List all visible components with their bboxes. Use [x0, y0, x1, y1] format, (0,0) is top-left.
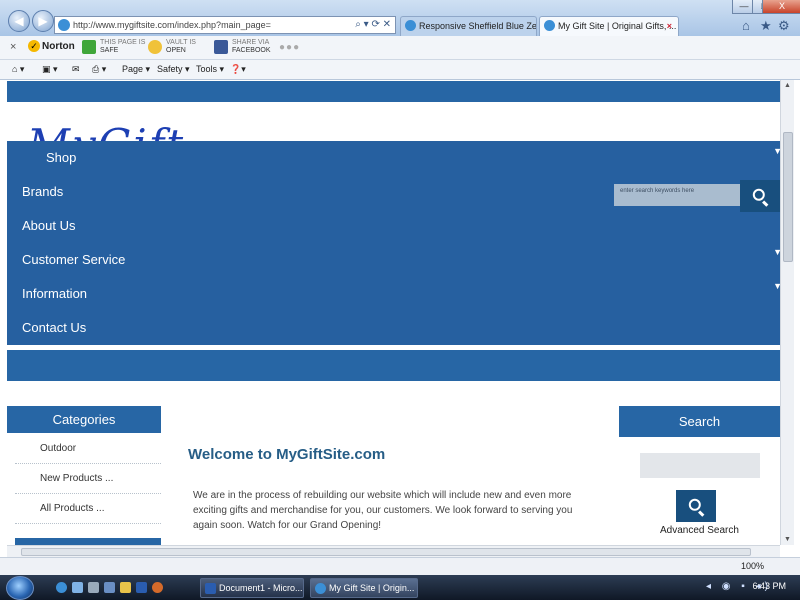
home-icon[interactable]: ⌂ [742, 18, 750, 33]
switch-windows-icon[interactable] [104, 582, 115, 593]
site-blue-band [7, 350, 780, 381]
category-outdoor[interactable]: Outdoor [15, 434, 161, 464]
intro-paragraph: We are in the process of rebuilding our … [193, 490, 573, 531]
nav-contact-us[interactable]: Contact Us [22, 320, 86, 335]
scroll-up-icon[interactable]: ▲ [784, 82, 791, 89]
nav-customer-service[interactable]: Customer Service [22, 252, 125, 267]
tools-menu[interactable]: Tools ▾ [196, 64, 224, 75]
sidebar-search-input[interactable] [640, 453, 760, 478]
norton-vault[interactable]: VAULT IS OPEN [148, 39, 196, 57]
task-mygiftsite[interactable]: My Gift Site | Origin... [310, 578, 418, 598]
nav-brands[interactable]: Brands [22, 184, 63, 199]
vertical-scrollbar[interactable]: ▲ ▼ [780, 80, 794, 545]
tab-sheffield[interactable]: Responsive Sheffield Blue Zen ... [400, 16, 537, 36]
address-bar[interactable]: http://www.mygiftsite.com/index.php?main… [54, 16, 396, 34]
address-text: http://www.mygiftsite.com/index.php?main… [73, 20, 271, 30]
mail-icon[interactable]: ✉ [72, 64, 80, 75]
norton-share-facebook[interactable]: SHARE VIA FACEBOOK [214, 39, 271, 57]
tab-close-icon[interactable]: × [667, 17, 672, 35]
back-button[interactable]: ◀ [8, 10, 30, 32]
norton-logo-text: Norton [42, 41, 75, 52]
tab-ie-icon [544, 20, 555, 31]
norton-page-safe[interactable]: THIS PAGE IS SAFE [82, 39, 145, 57]
status-bar: 100% [0, 557, 800, 575]
forward-button[interactable]: ▶ [32, 10, 54, 32]
vault-label: VAULT IS [166, 39, 196, 46]
nav-shop[interactable]: Shop [46, 150, 76, 165]
chevron-down-icon[interactable]: ▼ [773, 247, 780, 257]
app-icon[interactable] [152, 582, 163, 593]
sidebar-search-button[interactable] [676, 490, 716, 522]
search-box-header: Search [619, 406, 780, 437]
word-icon [205, 583, 216, 594]
categories-header: Categories [7, 406, 161, 433]
page-viewport: MyGift Shop Brands About Us Customer Ser… [7, 80, 780, 545]
share-value: FACEBOOK [232, 47, 271, 54]
start-button[interactable] [6, 576, 34, 600]
ie-icon [315, 583, 326, 594]
ie-quicklaunch-icon[interactable] [56, 582, 67, 593]
check-shield-icon [82, 40, 96, 54]
tab-title: My Gift Site | Original Gifts, ... [558, 21, 677, 31]
address-tools-icon[interactable]: ⌕ ▾ ⟳ ✕ [355, 17, 391, 33]
category-all-products[interactable]: All Products ... [15, 494, 161, 524]
safety-menu[interactable]: Safety ▾ [157, 64, 190, 75]
search-icon [752, 188, 765, 201]
page-safe-label: THIS PAGE IS [100, 39, 146, 46]
media-icon[interactable] [88, 582, 99, 593]
nav-information[interactable]: Information [22, 286, 87, 301]
taskbar-clock[interactable]: 6:43 PM [752, 581, 786, 591]
categories-footer-bar [15, 538, 161, 545]
share-label: SHARE VIA [232, 39, 270, 46]
tab-title: Responsive Sheffield Blue Zen ... [419, 21, 537, 31]
main-nav-menu: Shop Brands About Us Customer Service In… [7, 141, 780, 345]
facebook-icon [214, 40, 228, 54]
norton-toolbar: × ✓ Norton THIS PAGE IS SAFE VAULT IS OPE… [0, 36, 800, 60]
task-document1[interactable]: Document1 - Micro... [200, 578, 304, 598]
word-icon[interactable] [136, 582, 147, 593]
advanced-search-link[interactable]: Advanced Search [660, 525, 739, 536]
category-new-products[interactable]: New Products ... [15, 464, 161, 494]
favorites-star-icon[interactable]: ★ [760, 18, 772, 34]
close-window-button[interactable]: X [762, 0, 800, 14]
tab-ie-icon [405, 20, 416, 31]
horizontal-scrollbar[interactable] [7, 545, 780, 557]
norton-more-dots[interactable]: ●●● [279, 42, 300, 53]
feeds-icon[interactable]: ▣ ▾ [42, 64, 58, 75]
vault-value: OPEN [166, 47, 186, 54]
ie-page-icon [58, 19, 70, 31]
browser-titlebar: ◀ ▶ http://www.mygiftsite.com/index.php?… [0, 0, 800, 36]
page-safe-value: SAFE [100, 47, 119, 54]
print-icon[interactable]: ⎙ ▾ [92, 64, 106, 75]
search-icon [688, 498, 701, 511]
folder-icon[interactable] [120, 582, 131, 593]
welcome-heading: Welcome to MyGiftSite.com [188, 446, 386, 463]
horizontal-scroll-thumb[interactable] [21, 548, 751, 556]
command-bar: ⌂ ▾ ▣ ▾ ✉ ⎙ ▾ Page ▾ Safety ▾ Tools ▾ ❓▾ [0, 60, 800, 80]
help-icon[interactable]: ❓▾ [230, 64, 246, 75]
header-search-button[interactable] [740, 180, 780, 212]
vertical-scroll-thumb[interactable] [783, 132, 793, 262]
toolbar-close-icon[interactable]: × [10, 41, 16, 53]
nav-about-us[interactable]: About Us [22, 218, 75, 233]
settings-gear-icon[interactable]: ⚙ [778, 18, 790, 34]
show-desktop-icon[interactable] [72, 582, 83, 593]
windows-taskbar: Document1 - Micro... My Gift Site | Orig… [0, 575, 800, 600]
page-menu[interactable]: Page ▾ [122, 64, 150, 75]
vault-lock-icon [148, 40, 162, 54]
site-top-bar [7, 81, 780, 102]
scroll-down-icon[interactable]: ▼ [784, 536, 791, 543]
task-label: My Gift Site | Origin... [329, 583, 415, 593]
chevron-down-icon[interactable]: ▼ [773, 281, 780, 291]
norton-logo[interactable]: ✓ Norton [28, 40, 75, 52]
tab-mygiftsite[interactable]: My Gift Site | Original Gifts, ... × [539, 16, 679, 36]
task-label: Document1 - Micro... [219, 583, 303, 593]
chevron-down-icon[interactable]: ▼ [773, 146, 780, 156]
header-search-input[interactable]: enter search keywords here [614, 184, 741, 206]
home-page-icon[interactable]: ⌂ ▾ [12, 64, 24, 75]
zoom-level[interactable]: 100% [741, 561, 764, 571]
